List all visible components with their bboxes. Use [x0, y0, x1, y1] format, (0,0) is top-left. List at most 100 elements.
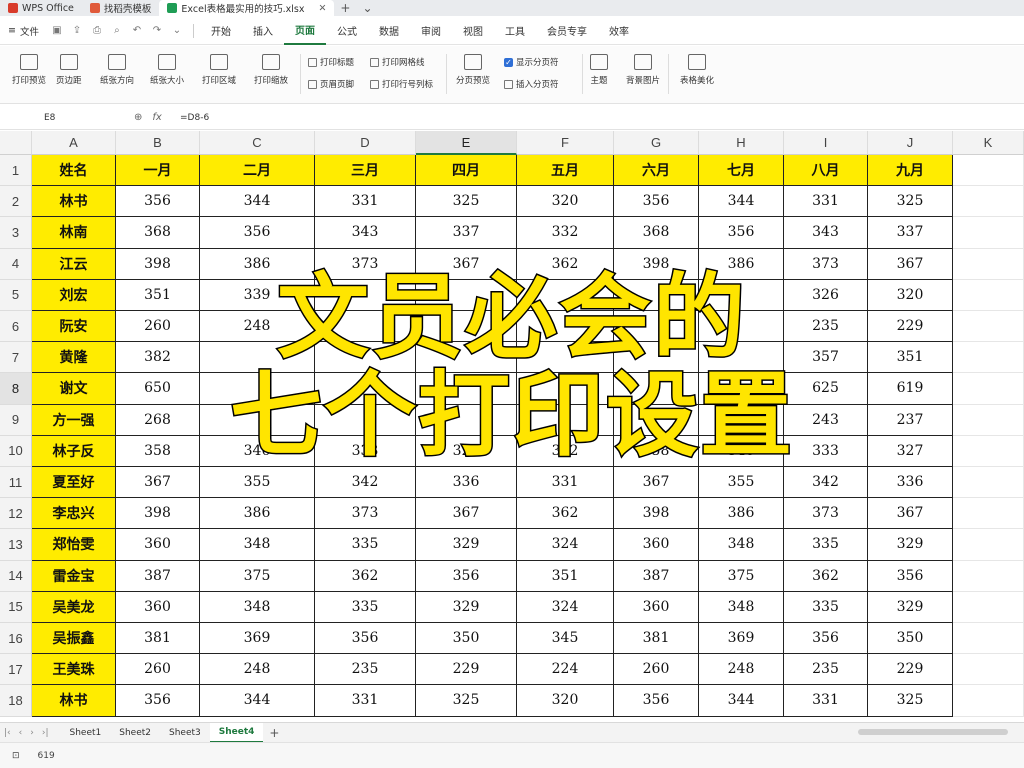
table-cell[interactable]: 381: [614, 623, 699, 655]
table-cell[interactable]: 356: [614, 685, 699, 717]
table-cell[interactable]: 351: [517, 560, 614, 592]
table-cell[interactable]: 337: [868, 217, 953, 249]
redo-icon[interactable]: ↷: [150, 24, 164, 38]
column-header[interactable]: G: [614, 131, 699, 155]
macro-icon[interactable]: ⊡: [12, 751, 20, 761]
name-cell[interactable]: 郑怡雯: [32, 529, 116, 561]
table-cell[interactable]: 336: [416, 467, 517, 499]
table-cell[interactable]: 356: [868, 560, 953, 592]
table-cell[interactable]: 332: [517, 217, 614, 249]
margins-button[interactable]: 页边距: [56, 54, 82, 86]
table-cell[interactable]: 320: [517, 186, 614, 218]
tab-excel-file[interactable]: Excel表格最实用的技巧.xlsx ✕: [159, 0, 335, 16]
column-title-cell[interactable]: 一月: [116, 155, 200, 187]
menu-item[interactable]: 插入: [242, 17, 284, 45]
table-cell[interactable]: 367: [868, 498, 953, 530]
table-cell[interactable]: 325: [416, 685, 517, 717]
menu-item[interactable]: 效率: [598, 17, 640, 45]
table-cell[interactable]: 356: [116, 685, 200, 717]
sheet-tab[interactable]: Sheet2: [110, 723, 160, 743]
table-cell[interactable]: [953, 529, 1024, 561]
add-sheet-button[interactable]: +: [263, 726, 285, 740]
fx-icon[interactable]: fx: [152, 112, 161, 123]
table-cell[interactable]: 342: [315, 467, 416, 499]
name-cell[interactable]: 林书: [32, 685, 116, 717]
table-cell[interactable]: 356: [200, 217, 315, 249]
table-cell[interactable]: 260: [614, 654, 699, 686]
show-page-breaks-checkbox[interactable]: ✓ 显示分页符: [504, 56, 559, 68]
table-cell[interactable]: 344: [200, 186, 315, 218]
horizontal-scrollbar[interactable]: [858, 729, 1008, 735]
sheet-tab[interactable]: Sheet3: [160, 723, 210, 743]
menu-item[interactable]: 开始: [200, 17, 242, 45]
table-cell[interactable]: 342: [784, 467, 868, 499]
print-preview-button[interactable]: 打印预览: [12, 54, 46, 86]
theme-button[interactable]: 主题: [590, 54, 608, 86]
preview-icon[interactable]: ⌕: [110, 24, 124, 38]
table-cell[interactable]: [953, 498, 1024, 530]
row-header[interactable]: 11: [0, 467, 32, 499]
print-icon[interactable]: ⎙: [90, 24, 104, 38]
table-cell[interactable]: 356: [614, 186, 699, 218]
chevron-down-icon[interactable]: ⌄: [170, 24, 184, 38]
table-cell[interactable]: 344: [200, 685, 315, 717]
table-cell[interactable]: 348: [200, 591, 315, 623]
table-cell[interactable]: 386: [200, 498, 315, 530]
row-header[interactable]: 16: [0, 623, 32, 655]
table-cell[interactable]: 260: [116, 654, 200, 686]
table-cell[interactable]: [953, 467, 1024, 499]
paper-size-button[interactable]: 纸张大小: [150, 54, 184, 86]
row-header[interactable]: 3: [0, 217, 32, 249]
menu-item[interactable]: 公式: [326, 17, 368, 45]
table-cell[interactable]: 368: [116, 217, 200, 249]
table-cell[interactable]: 360: [614, 529, 699, 561]
table-cell[interactable]: 325: [868, 685, 953, 717]
table-cell[interactable]: 356: [116, 186, 200, 218]
print-area-button[interactable]: 打印区域: [202, 54, 236, 86]
table-cell[interactable]: 331: [784, 685, 868, 717]
column-header[interactable]: B: [116, 131, 200, 155]
column-title-cell[interactable]: 四月: [416, 155, 517, 187]
column-title-cell[interactable]: 九月: [868, 155, 953, 187]
last-sheet-icon[interactable]: ›|: [38, 728, 53, 738]
table-cell[interactable]: 375: [699, 560, 784, 592]
menu-item[interactable]: 数据: [368, 17, 410, 45]
table-cell[interactable]: 335: [784, 529, 868, 561]
table-cell[interactable]: 362: [517, 498, 614, 530]
table-cell[interactable]: 369: [699, 623, 784, 655]
table-cell[interactable]: 248: [200, 654, 315, 686]
table-cell[interactable]: 324: [517, 591, 614, 623]
file-menu-button[interactable]: ≡ 文件: [0, 24, 47, 38]
table-cell[interactable]: [953, 217, 1024, 249]
column-header[interactable]: H: [699, 131, 784, 155]
print-gridlines-checkbox[interactable]: 打印网格线: [370, 56, 425, 68]
row-header[interactable]: 17: [0, 654, 32, 686]
table-cell[interactable]: 362: [315, 560, 416, 592]
table-cell[interactable]: 335: [315, 529, 416, 561]
column-title-cell[interactable]: 二月: [200, 155, 315, 187]
table-cell[interactable]: 320: [517, 685, 614, 717]
save-icon[interactable]: ▣: [50, 24, 64, 38]
table-cell[interactable]: 386: [699, 498, 784, 530]
table-cell[interactable]: 344: [699, 685, 784, 717]
column-title-cell[interactable]: 七月: [699, 155, 784, 187]
table-cell[interactable]: 367: [416, 498, 517, 530]
menu-item[interactable]: 会员专享: [536, 17, 598, 45]
table-cell[interactable]: [953, 623, 1024, 655]
name-cell[interactable]: 王美珠: [32, 654, 116, 686]
table-cell[interactable]: 235: [784, 654, 868, 686]
table-cell[interactable]: [953, 654, 1024, 686]
column-title-cell[interactable]: 六月: [614, 155, 699, 187]
table-cell[interactable]: 331: [315, 685, 416, 717]
table-cell[interactable]: [953, 186, 1024, 218]
table-cell[interactable]: 373: [315, 498, 416, 530]
table-cell[interactable]: 387: [614, 560, 699, 592]
name-cell[interactable]: 林南: [32, 217, 116, 249]
name-cell[interactable]: 李忠兴: [32, 498, 116, 530]
new-tab-button[interactable]: +: [334, 1, 356, 15]
table-cell[interactable]: 360: [116, 591, 200, 623]
sheet-tab[interactable]: Sheet4: [209, 722, 264, 743]
name-cell[interactable]: 夏至好: [32, 467, 116, 499]
table-cell[interactable]: 362: [784, 560, 868, 592]
table-cell[interactable]: 375: [200, 560, 315, 592]
